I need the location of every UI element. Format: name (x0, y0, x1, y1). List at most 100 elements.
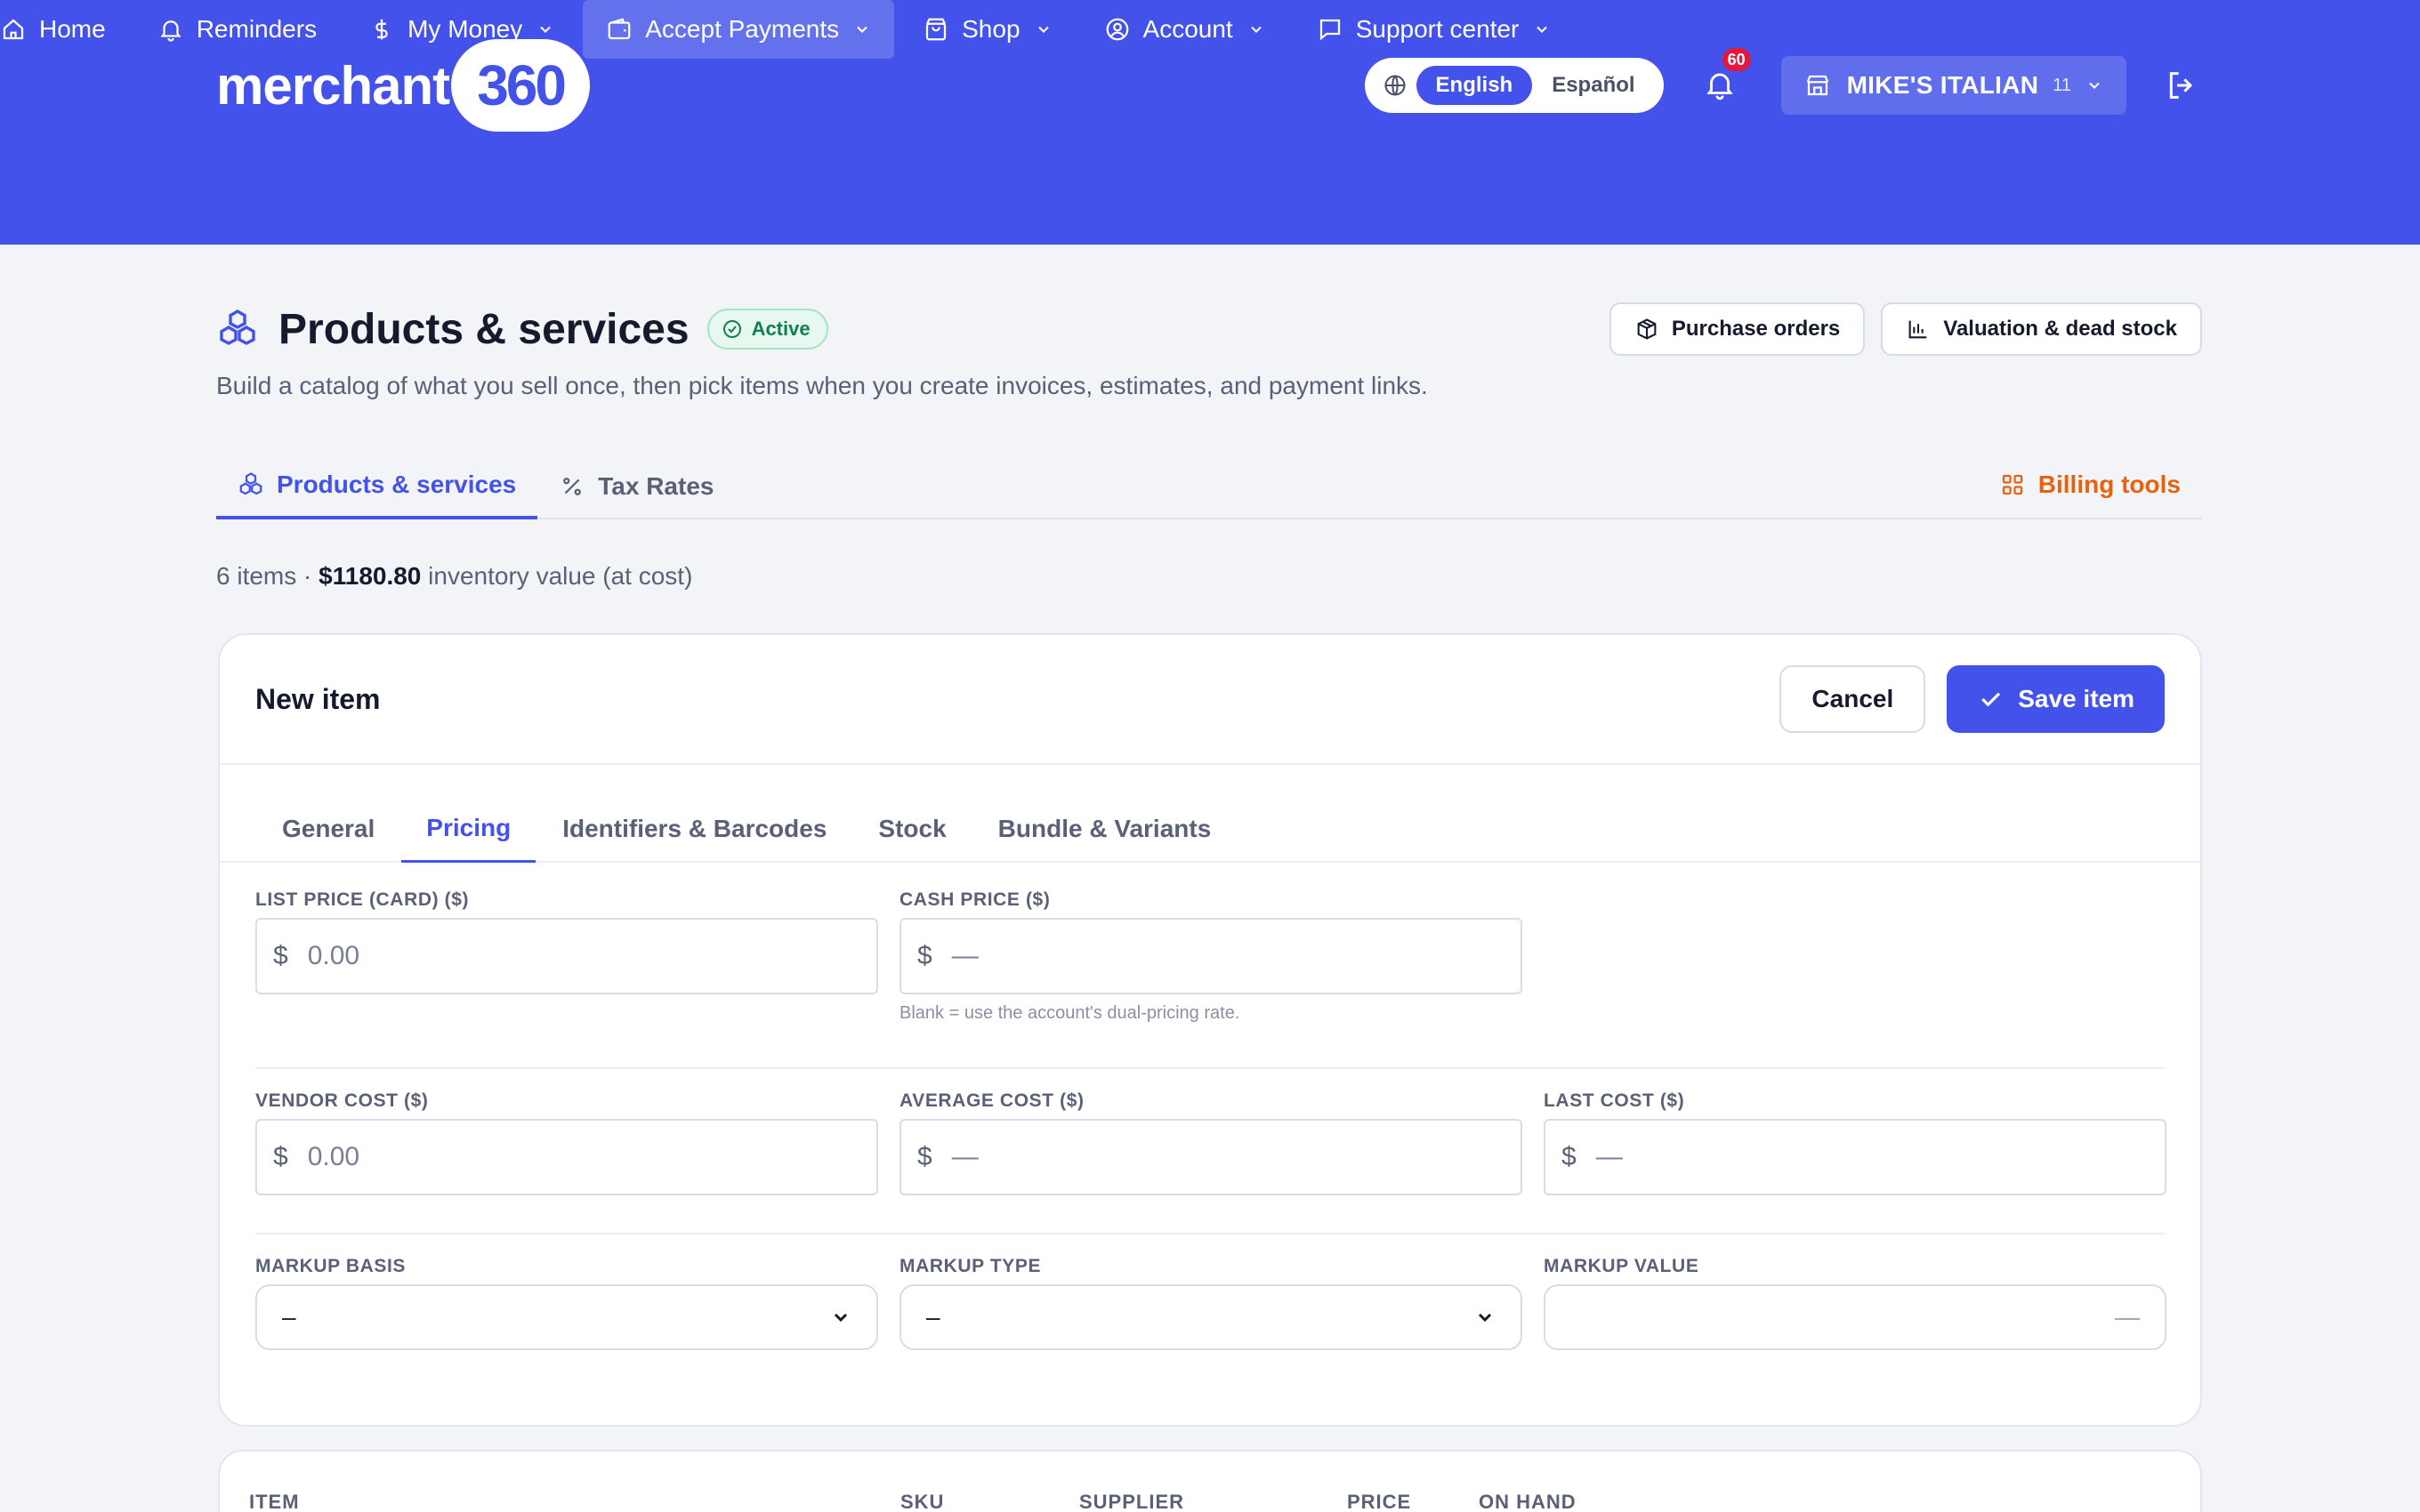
vendor-cost-input[interactable]: $ 0.00 (255, 1119, 878, 1195)
average-cost-input[interactable]: $ — (899, 1119, 1522, 1195)
page-title-row: Products & services Active Purchase orde… (216, 302, 2202, 356)
markup-value-label: MARKUP VALUE (1544, 1256, 1699, 1276)
last-cost-field: LAST COST ($) $ — (1544, 1090, 2166, 1195)
merchant-switcher[interactable]: MIKE'S ITALIAN 11 (1780, 56, 2126, 115)
currency-symbol: $ (273, 941, 288, 970)
save-item-button[interactable]: Save item (1947, 665, 2165, 733)
tab-products-services-label: Products & services (277, 470, 517, 498)
cubes-icon (239, 472, 262, 495)
new-item-card: New item Cancel Save item General Pricin… (218, 633, 2202, 1427)
form-tabs: General Pricing Identifiers & Barcodes S… (220, 765, 2200, 863)
cash-price-field: CASH PRICE ($) $ — Blank = use the accou… (899, 889, 1522, 1024)
tab-tax-rates-label: Tax Rates (598, 472, 714, 500)
merchant360-logo[interactable]: merchant 360 (216, 39, 591, 132)
vendor-cost-label: VENDOR COST ($) (255, 1090, 429, 1111)
currency-symbol: $ (917, 941, 932, 970)
nav-home[interactable]: Home (0, 0, 129, 59)
logout-icon[interactable] (2164, 68, 2199, 103)
currency-symbol: $ (917, 1142, 932, 1171)
billing-tools-link[interactable]: Billing tools (1999, 452, 2202, 518)
cancel-button[interactable]: Cancel (1779, 665, 1926, 733)
language-english-button[interactable]: English (1416, 66, 1533, 105)
logo-wordmark: merchant (216, 55, 450, 116)
form-tab-pricing[interactable]: Pricing (401, 795, 536, 863)
globe-icon (1383, 75, 1406, 96)
page-subtitle: Build a catalog of what you sell once, t… (216, 372, 1428, 399)
card-header: New item Cancel Save item (220, 635, 2200, 765)
nav-home-label: Home (39, 15, 106, 43)
last-cost-label: LAST COST ($) (1544, 1090, 1685, 1111)
list-price-placeholder: 0.00 (307, 941, 360, 970)
cash-price-placeholder: — (951, 941, 979, 970)
purchase-orders-label: Purchase orders (1671, 317, 1841, 341)
storefront-icon (1806, 75, 1828, 96)
markup-basis-label: MARKUP BASIS (255, 1256, 406, 1276)
column-header-supplier[interactable]: SUPPLIER (1079, 1491, 1184, 1512)
merchant-name: MIKE'S ITALIAN (1846, 71, 2039, 99)
tab-tax-rates[interactable]: Tax Rates (537, 454, 735, 519)
markup-type-select[interactable]: – (899, 1284, 1522, 1350)
currency-symbol: $ (1561, 1142, 1577, 1171)
package-icon (1637, 318, 1657, 340)
check-icon (1981, 692, 2001, 707)
inventory-value-suffix: inventory value (at cost) (428, 562, 693, 590)
form-tab-bundle-variants[interactable]: Bundle & Variants (973, 795, 1237, 863)
average-cost-placeholder: — (951, 1142, 979, 1171)
save-item-label: Save item (2018, 685, 2134, 712)
page-title: Products & services (278, 305, 690, 353)
markup-type-field: MARKUP TYPE – (899, 1256, 1522, 1350)
column-header-price[interactable]: PRICE (1347, 1491, 1411, 1512)
list-price-input[interactable]: $ 0.00 (255, 918, 878, 994)
billing-tools-label: Billing tools (2037, 470, 2181, 498)
divider (255, 1067, 2165, 1069)
last-cost-input[interactable]: $ — (1544, 1119, 2166, 1195)
column-header-item[interactable]: ITEM (249, 1491, 300, 1512)
home-icon (3, 19, 24, 40)
percent-icon (563, 478, 582, 495)
chevron-down-icon (2089, 82, 2100, 89)
valuation-button[interactable]: Valuation & dead stock (1881, 302, 2202, 356)
page-tabs: Products & services Tax Rates Billing to… (216, 454, 2202, 519)
average-cost-field: AVERAGE COST ($) $ — (899, 1090, 1522, 1195)
item-count: 6 items (216, 562, 297, 590)
tab-products-services[interactable]: Products & services (216, 454, 538, 519)
top-header: merchant 360 English Español 60 MIKE'S I… (0, 0, 2420, 245)
purchase-orders-button[interactable]: Purchase orders (1609, 302, 1866, 356)
merchant-count: 11 (2053, 75, 2071, 95)
chevron-down-icon (1478, 1313, 1492, 1323)
form-tab-general[interactable]: General (257, 795, 399, 863)
header-row: merchant 360 English Español 60 MIKE'S I… (216, 36, 2199, 135)
logo-360-mark: 360 (451, 39, 591, 132)
bell-icon (160, 20, 182, 42)
items-table: ITEM SKU SUPPLIER PRICE ON HAND (218, 1450, 2202, 1512)
form-tab-identifiers[interactable]: Identifiers & Barcodes (537, 795, 851, 863)
check-circle-icon (722, 320, 741, 338)
valuation-label: Valuation & dead stock (1943, 317, 2177, 341)
cubes-icon (220, 310, 255, 345)
column-header-on-hand[interactable]: ON HAND (1479, 1491, 1577, 1512)
last-cost-placeholder: — (1595, 1142, 1623, 1171)
language-toggle: English Español (1364, 58, 1664, 113)
markup-basis-select[interactable]: – (255, 1284, 878, 1350)
list-price-label: LIST PRICE (CARD) ($) (255, 889, 470, 910)
summary-separator: · (303, 562, 312, 590)
cash-price-hint: Blank = use the account's dual-pricing r… (899, 1003, 1240, 1023)
grid-icon (2002, 474, 2022, 495)
form-tab-stock[interactable]: Stock (853, 795, 971, 863)
inventory-value: $1180.80 (319, 562, 422, 590)
notifications-badge: 60 (1720, 46, 1753, 73)
status-badge-label: Active (751, 318, 811, 340)
markup-type-value: – (926, 1303, 940, 1331)
average-cost-label: AVERAGE COST ($) (899, 1090, 1085, 1111)
chevron-down-icon (834, 1313, 848, 1323)
notifications-button[interactable]: 60 (1703, 46, 1753, 103)
language-espanol-button[interactable]: Español (1532, 66, 1654, 105)
card-title: New item (255, 682, 381, 715)
cash-price-input[interactable]: $ — (899, 918, 1522, 994)
markup-value-input[interactable]: — (1544, 1284, 2166, 1350)
currency-symbol: $ (273, 1142, 288, 1171)
inventory-summary: 6 items · $1180.80 inventory value (at c… (216, 562, 2202, 591)
column-header-sku[interactable]: SKU (900, 1491, 944, 1512)
vendor-cost-field: VENDOR COST ($) $ 0.00 (255, 1090, 878, 1195)
markup-value-placeholder: — (2115, 1303, 2140, 1331)
